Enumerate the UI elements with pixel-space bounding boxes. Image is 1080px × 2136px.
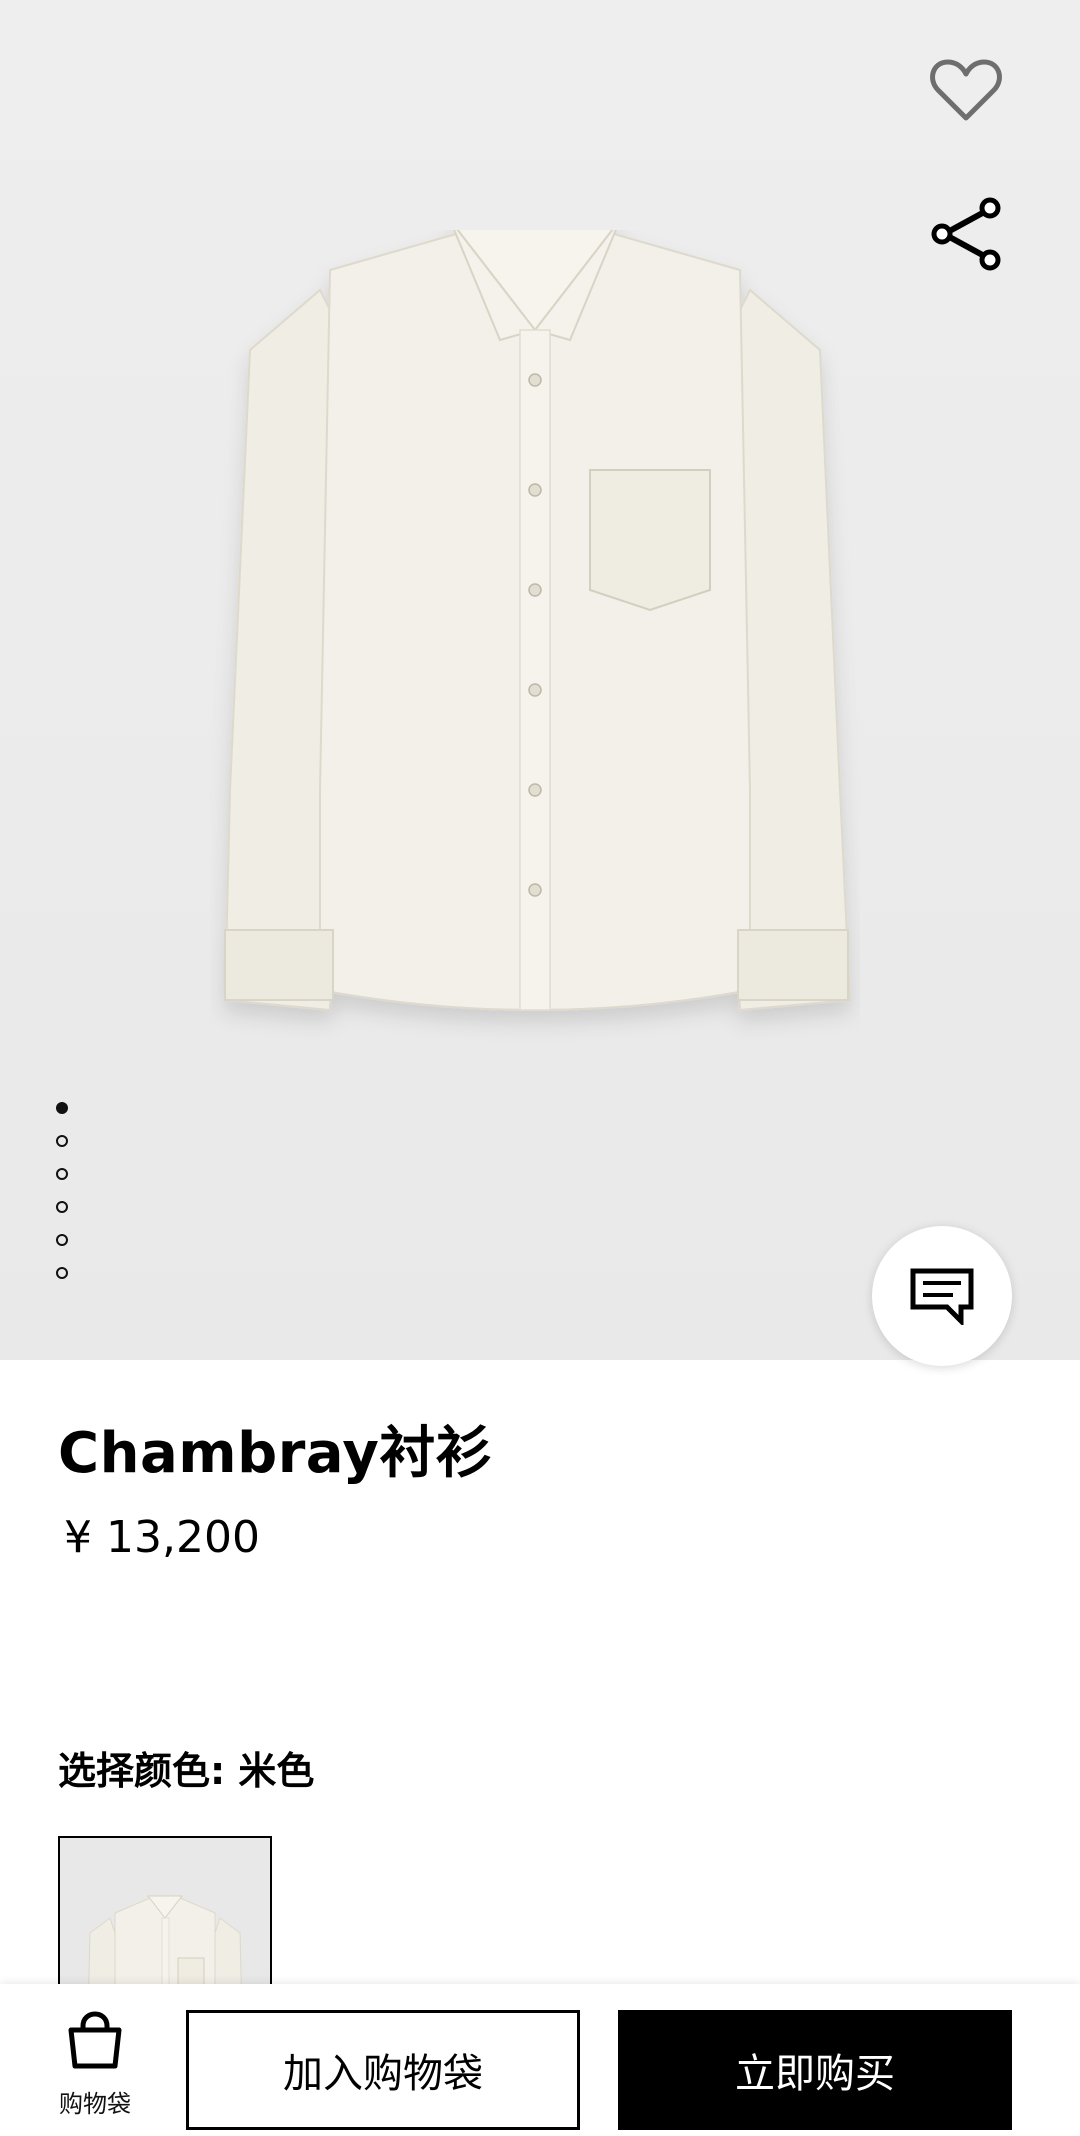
chat-icon bbox=[910, 1268, 974, 1325]
carousel-dot[interactable] bbox=[56, 1267, 68, 1279]
buy-now-button[interactable]: 立即购买 bbox=[618, 2010, 1012, 2130]
product-image-carousel[interactable] bbox=[0, 0, 1080, 1360]
add-to-bag-button[interactable]: 加入购物袋 bbox=[186, 2010, 580, 2130]
product-title: Chambray衬衫 bbox=[58, 1421, 493, 1486]
share-icon bbox=[931, 197, 1001, 271]
carousel-dot[interactable] bbox=[56, 1201, 68, 1213]
bottom-action-bar: 购物袋 加入购物袋 立即购买 bbox=[0, 1984, 1080, 2136]
carousel-dot[interactable] bbox=[56, 1234, 68, 1246]
share-button[interactable] bbox=[928, 196, 1004, 272]
heart-icon bbox=[930, 59, 1002, 121]
shopping-bag-button[interactable]: 购物袋 bbox=[40, 2010, 150, 2136]
product-price: ¥ 13,200 bbox=[64, 1512, 260, 1563]
carousel-dot-active[interactable] bbox=[56, 1102, 68, 1114]
carousel-dot[interactable] bbox=[56, 1168, 68, 1180]
product-image bbox=[223, 230, 852, 1012]
shopping-bag-label: 购物袋 bbox=[59, 2090, 131, 2118]
shopping-bag-icon bbox=[68, 2011, 122, 2069]
color-selection-label: 选择颜色: 米色 bbox=[58, 1749, 315, 1793]
chat-button[interactable] bbox=[872, 1226, 1012, 1366]
favorite-button[interactable] bbox=[928, 52, 1004, 128]
carousel-dot[interactable] bbox=[56, 1135, 68, 1147]
carousel-indicator[interactable] bbox=[56, 1102, 68, 1300]
